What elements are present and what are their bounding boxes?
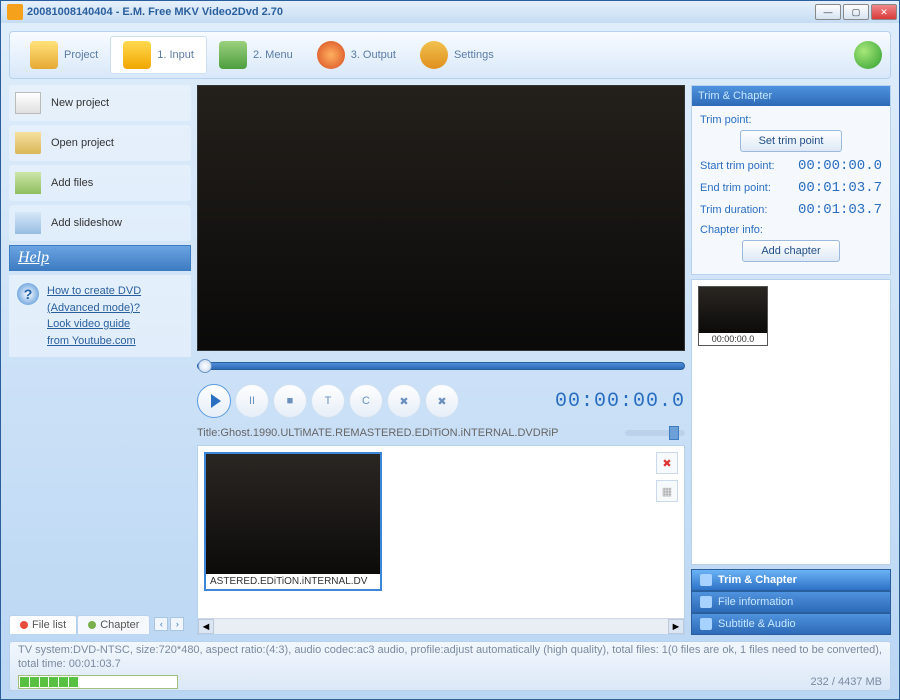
scroll-right-button[interactable]: ► xyxy=(668,619,684,634)
trim-duration-label: Trim duration: xyxy=(700,204,767,216)
tab-scroll-right[interactable]: › xyxy=(170,617,184,631)
filmstrip-icon xyxy=(219,41,247,69)
seek-thumb[interactable] xyxy=(198,359,212,373)
close-button[interactable]: ✕ xyxy=(871,4,897,20)
globe-icon[interactable] xyxy=(854,41,882,69)
window-title: 20081008140404 - E.M. Free MKV Video2Dvd… xyxy=(27,6,283,18)
move-file-button[interactable]: ▦ xyxy=(656,480,678,502)
disk-usage-text: 232 / 4437 MB xyxy=(810,676,882,688)
nav-menu[interactable]: 2. Menu xyxy=(207,37,305,73)
new-project-button[interactable]: New project xyxy=(9,85,191,121)
start-trim-label: Start trim point: xyxy=(700,160,775,172)
delete-icon: ✖ xyxy=(662,457,671,470)
stack-tab-subaudio[interactable]: Subtitle & Audio xyxy=(691,613,891,635)
seek-slider[interactable] xyxy=(197,359,685,373)
nav-output[interactable]: 3. Output xyxy=(305,37,408,73)
stack-tab-trim[interactable]: Trim & Chapter xyxy=(691,569,891,591)
volume-slider[interactable] xyxy=(625,430,685,436)
settings-icon xyxy=(420,41,448,69)
nav-settings[interactable]: Settings xyxy=(408,37,506,73)
set-trim-point-button[interactable]: Set trim point xyxy=(740,130,843,152)
end-trim-value: 00:01:03.7 xyxy=(798,180,882,196)
trim-duration-value: 00:01:03.7 xyxy=(798,202,882,218)
chapter-thumb[interactable]: 00:00:00.0 xyxy=(698,286,768,346)
thumbnail-image xyxy=(206,454,380,574)
mark-start-button[interactable]: T xyxy=(311,384,345,418)
arrange-icon: ▦ xyxy=(662,485,672,498)
info-icon xyxy=(700,596,712,608)
status-text: TV system:DVD-NTSC, size:720*480, aspect… xyxy=(18,643,882,672)
play-button[interactable] xyxy=(197,384,231,418)
thumbnail-caption: ASTERED.EDiTiON.iNTERNAL.DV xyxy=(206,574,380,589)
stop-button[interactable]: ■ xyxy=(273,384,307,418)
playback-timecode: 00:00:00.0 xyxy=(555,390,685,413)
burn-disc-icon xyxy=(317,41,345,69)
scissors-icon xyxy=(700,574,712,586)
file-thumbnail[interactable]: ASTERED.EDiTiON.iNTERNAL.DV xyxy=(204,452,382,591)
tab-file-list[interactable]: File list xyxy=(9,615,77,634)
add-chapter-button[interactable]: Add chapter xyxy=(742,240,839,262)
mark-end-button[interactable]: C xyxy=(349,384,383,418)
chapter-thumb-time: 00:00:00.0 xyxy=(699,333,767,345)
video-title-label: Title:Ghost.1990.ULTiMATE.REMASTERED.EDi… xyxy=(197,425,558,441)
file-list-panel: ASTERED.EDiTiON.iNTERNAL.DV ✖ ▦ ◄ ► xyxy=(197,445,685,635)
add-files-button[interactable]: Add files xyxy=(9,165,191,201)
download-arrow-icon xyxy=(123,41,151,69)
stack-tab-fileinfo[interactable]: File information xyxy=(691,591,891,613)
help-link-create-dvd[interactable]: How to create DVD (Advanced mode)? xyxy=(47,283,141,316)
open-folder-icon xyxy=(15,132,41,154)
green-dot-icon xyxy=(88,621,96,629)
audio-icon xyxy=(700,618,712,630)
add-files-icon xyxy=(15,172,41,194)
tab-scroll-left[interactable]: ‹ xyxy=(154,617,168,631)
red-dot-icon xyxy=(20,621,28,629)
remove-file-button[interactable]: ✖ xyxy=(656,452,678,474)
nav-project[interactable]: Project xyxy=(18,37,110,73)
nav-input[interactable]: 1. Input xyxy=(110,36,207,74)
slideshow-icon xyxy=(15,212,41,234)
trim-panel-header: Trim & Chapter xyxy=(692,86,890,106)
status-bar: TV system:DVD-NTSC, size:720*480, aspect… xyxy=(9,641,891,691)
chapter-info-label: Chapter info: xyxy=(700,224,882,236)
end-trim-label: End trim point: xyxy=(700,182,771,194)
app-window: 20081008140404 - E.M. Free MKV Video2Dvd… xyxy=(0,0,900,700)
app-icon xyxy=(7,4,23,20)
scroll-left-button[interactable]: ◄ xyxy=(198,619,214,634)
volume-thumb[interactable] xyxy=(669,426,679,440)
trim-out-button[interactable]: ✖ xyxy=(425,384,459,418)
trim-in-button[interactable]: ✖ xyxy=(387,384,421,418)
trim-chapter-panel: Trim & Chapter Trim point: Set trim poin… xyxy=(691,85,891,275)
start-trim-value: 00:00:00.0 xyxy=(798,158,882,174)
play-icon xyxy=(211,394,221,408)
horizontal-scrollbar[interactable]: ◄ ► xyxy=(198,618,684,634)
help-header: Help xyxy=(9,245,191,271)
pause-button[interactable]: II xyxy=(235,384,269,418)
video-preview xyxy=(197,85,685,351)
step-navbar: Project 1. Input 2. Menu 3. Output Setti… xyxy=(9,31,891,79)
chapter-thumbnails: 00:00:00.0 xyxy=(691,279,891,565)
minimize-button[interactable]: — xyxy=(815,4,841,20)
question-icon: ? xyxy=(17,283,39,305)
add-slideshow-button[interactable]: Add slideshow xyxy=(9,205,191,241)
disk-usage-bar xyxy=(18,675,178,689)
project-icon xyxy=(30,41,58,69)
help-link-youtube[interactable]: Look video guide from Youtube.com xyxy=(47,316,141,349)
chapter-thumb-image xyxy=(699,287,767,333)
tab-chapter[interactable]: Chapter xyxy=(77,615,150,634)
trim-point-label: Trim point: xyxy=(700,114,882,126)
new-file-icon xyxy=(15,92,41,114)
maximize-button[interactable]: ▢ xyxy=(843,4,869,20)
titlebar: 20081008140404 - E.M. Free MKV Video2Dvd… xyxy=(1,1,899,23)
help-box: ? How to create DVD (Advanced mode)? Loo… xyxy=(9,275,191,357)
open-project-button[interactable]: Open project xyxy=(9,125,191,161)
